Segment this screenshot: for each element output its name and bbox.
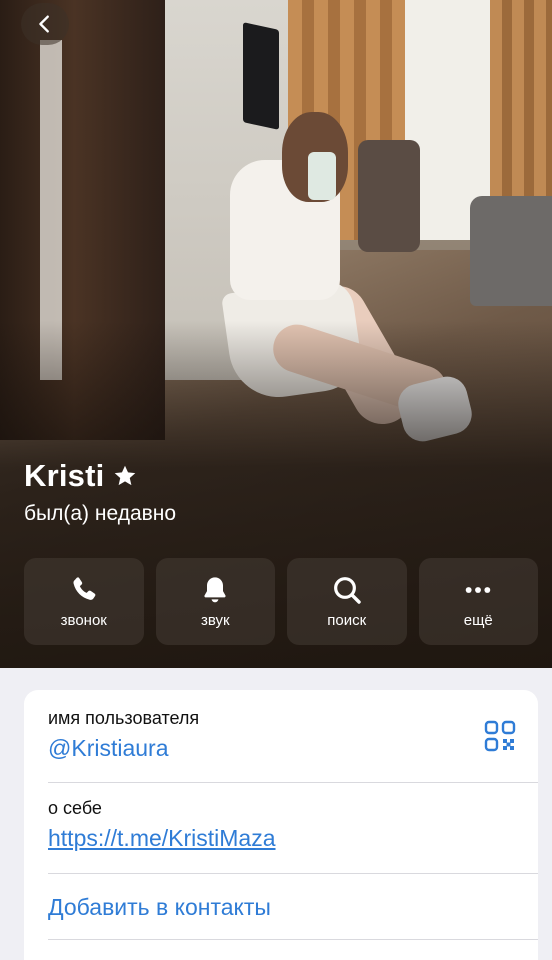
phone-icon	[73, 577, 96, 600]
call-button[interactable]: звонок	[24, 558, 144, 645]
search-icon	[333, 577, 361, 604]
info-card: имя пользователя @Kristiaura о себе http…	[24, 690, 538, 960]
bio-link[interactable]: https://t.me/KristiMaza	[48, 825, 538, 852]
bell-icon	[204, 577, 226, 603]
divider	[48, 939, 538, 940]
qr-code-icon[interactable]	[484, 720, 516, 752]
divider	[48, 782, 538, 783]
add-contact-label: Добавить в контакты	[48, 894, 271, 920]
more-label: ещё	[463, 612, 493, 629]
profile-status: был(а) недавно	[24, 502, 177, 525]
search-label: поиск	[327, 612, 367, 629]
back-button[interactable]	[21, 3, 69, 45]
search-button[interactable]: поиск	[287, 558, 407, 645]
action-bar: звонок звук поиск ещё	[24, 558, 538, 645]
username-row[interactable]: имя пользователя @Kristiaura	[48, 708, 538, 762]
call-label: звонок	[60, 612, 107, 629]
more-icon	[465, 587, 491, 593]
bio-row: о себе https://t.me/KristiMaza	[48, 798, 538, 852]
chevron-left-icon	[39, 15, 49, 33]
profile-name-row: Kristi	[24, 458, 138, 494]
sound-button[interactable]: звук	[155, 558, 275, 645]
more-button[interactable]: ещё	[418, 558, 538, 645]
bio-label: о себе	[48, 798, 102, 818]
star-icon	[115, 465, 136, 486]
profile-name: Kristi	[24, 458, 105, 493]
username-label: имя пользователя	[48, 708, 200, 728]
username-value[interactable]: @Kristiaura	[48, 735, 538, 762]
sound-label: звук	[200, 612, 230, 629]
add-contact-button[interactable]: Добавить в контакты	[48, 894, 538, 921]
divider	[48, 873, 538, 874]
